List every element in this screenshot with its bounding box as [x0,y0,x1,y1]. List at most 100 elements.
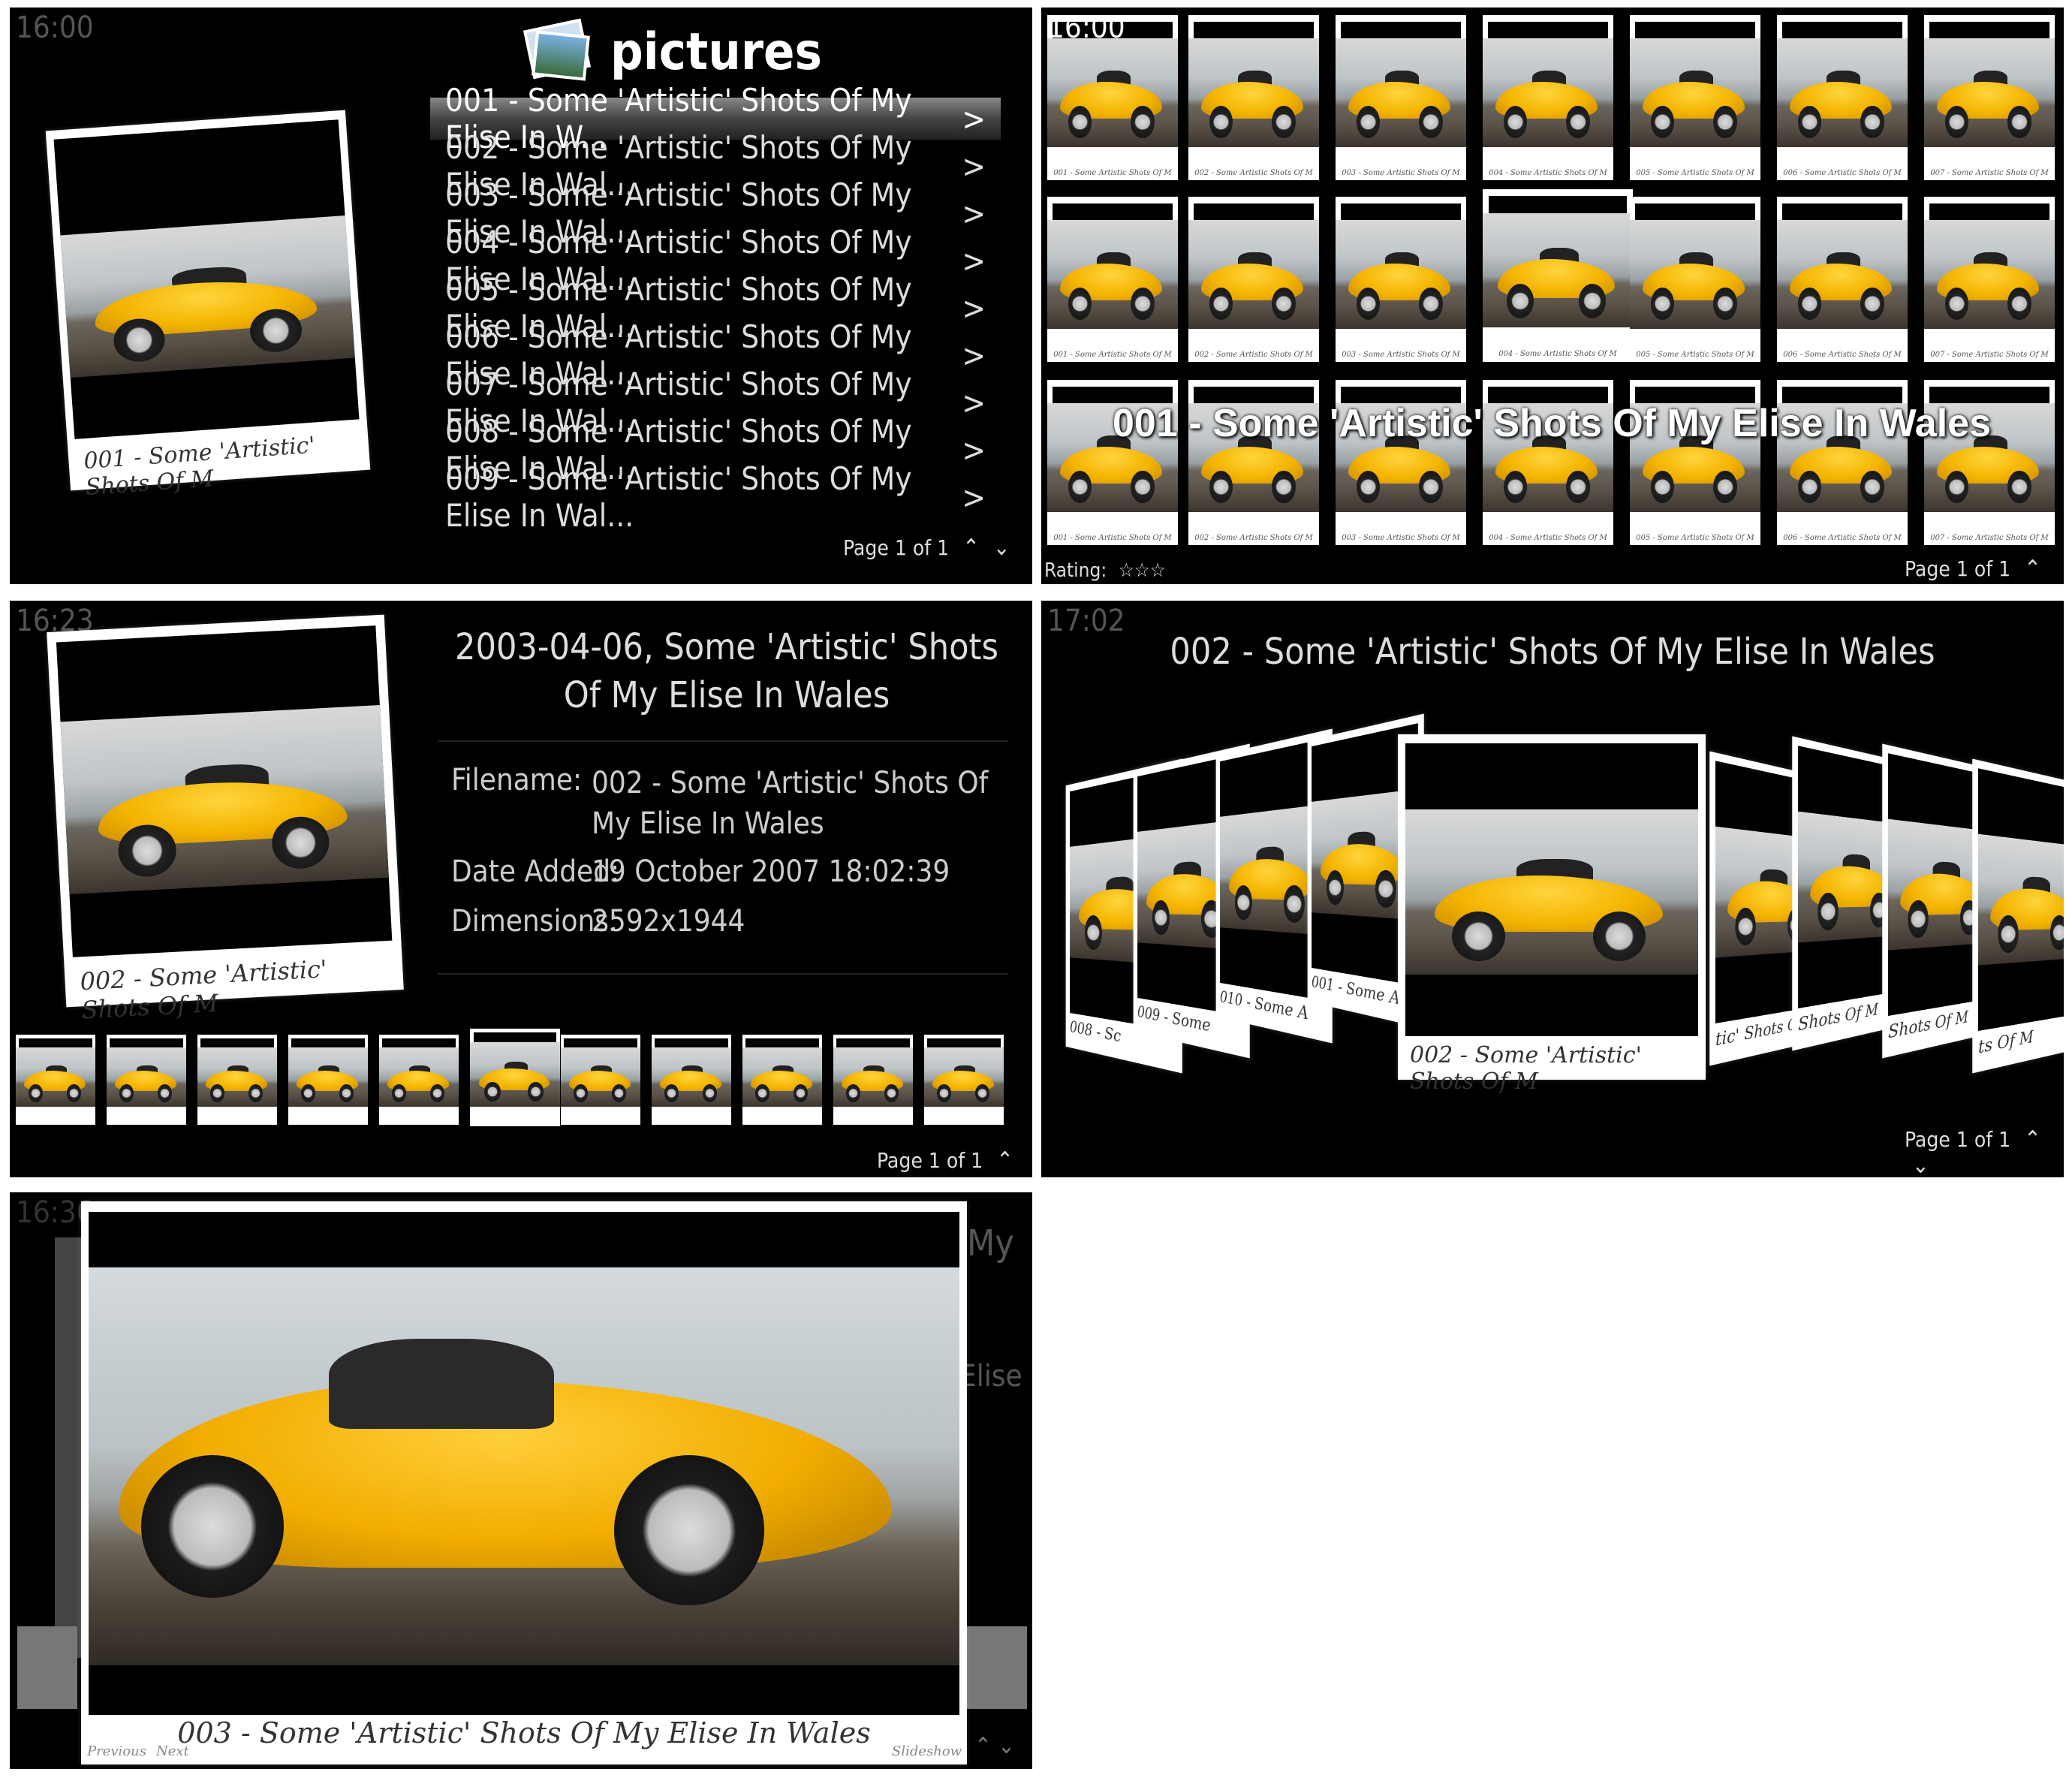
thumbnail[interactable] [379,1035,459,1125]
chevron-right-icon: > [962,478,986,516]
page-title: pictures [610,23,822,82]
thumbnail[interactable] [16,1035,95,1125]
thumbnail-caption: 007 - Some Artistic Shots Of M [1930,533,2049,542]
thumbnail[interactable]: 003 - Some Artistic Shots Of M [1336,197,1466,362]
thumbnail-caption: 007 - Some Artistic Shots Of M [1930,168,2049,177]
page-down-icon[interactable]: ⌄ [884,1174,902,1177]
thumbnail-caption: 005 - Some Artistic Shots Of M [1636,533,1754,542]
background-thumb [967,1626,1027,1709]
thumbnail-caption: 002 - Some Artistic Shots Of M [1194,168,1313,177]
list-item[interactable]: 009 - Some 'Artistic' Shots Of My Elise … [430,460,1001,534]
panel-details-view: 16:23 002 - Some 'Artistic' Shots Of M 2… [10,601,1032,1177]
background-text-mid: Elise [959,1359,1022,1394]
thumbnail-caption: 005 - Some Artistic Shots Of M [1636,350,1754,359]
page-up-icon[interactable]: ⌃ [2024,556,2041,582]
thumbnail[interactable]: 006 - Some Artistic Shots Of M [1777,197,1908,362]
coverflow-caption: 002 - Some 'Artistic' Shots Of M [1410,1042,1642,1095]
page-down-icon: ⌄ [998,1733,1015,1759]
thumbnail-caption: 004 - Some Artistic Shots Of M [1489,533,1607,542]
thumbnail[interactable] [288,1035,368,1125]
pager: Page 1 of 1 ⌃ ⌄ [1905,1126,2064,1177]
panel-list-view: 16:00 pictures 001 - Some 'Artistic' Sho… [10,8,1032,584]
coverflow-side-caption: 008 - Sc [1070,1018,1122,1047]
chevron-right-icon: > [962,289,986,327]
overlay-title: 001 - Some 'Artistic' Shots Of My Elise … [1112,402,1992,445]
thumbnail[interactable]: 006 - Some Artistic Shots Of M [1777,15,1908,180]
chevron-right-icon: > [962,194,986,232]
coverflow-center-card[interactable]: 002 - Some 'Artistic' Shots Of M [1398,734,1706,1095]
thumbnail[interactable]: 002 - Some Artistic Shots Of M [1188,197,1319,362]
thumbnail[interactable]: 004 - Some Artistic Shots Of M [1483,15,1613,180]
preview-polaroid: 001 - Some 'Artistic' Shots Of M [45,110,371,501]
thumbnail-caption: 006 - Some Artistic Shots Of M [1783,168,1902,177]
detail-caption: 002 - Some 'Artistic' Shots Of M [79,954,328,1025]
panel-coverflow-view: 17:02 002 - Some 'Artistic' Shots Of My … [1041,601,2064,1177]
detail-heading: 2003-04-06, Some 'Artistic' Shots Of My … [455,626,998,716]
thumbnail[interactable]: 003 - Some Artistic Shots Of M [1336,15,1466,180]
background-arrows: ⌃ ⌄ [974,1733,1015,1759]
thumbnail[interactable]: 005 - Some Artistic Shots Of M [1630,15,1760,180]
chevron-right-icon: > [962,336,986,374]
thumbnail[interactable]: 001 - Some Artistic Shots Of M [1047,197,1178,362]
thumbnail-caption: 003 - Some Artistic Shots Of M [1342,533,1460,542]
page-down-icon[interactable]: ⌄ [993,535,1010,561]
thumbnail-caption: 005 - Some Artistic Shots Of M [1636,168,1754,177]
rating: Rating: ☆☆☆ [1044,559,1166,582]
page-down-icon[interactable]: ⌄ [1912,582,1929,584]
thumbnail[interactable]: 004 - Some Artistic Shots Of M [1483,189,1633,362]
slideshow-button[interactable]: Slideshow [892,1743,962,1759]
coverflow-side-card[interactable]: ts Of M [1972,758,2064,1074]
rating-label: Rating: [1044,559,1107,582]
detail-polaroid: 002 - Some 'Artistic' Shots Of M [47,614,404,1024]
thumbnail-grid: 001 - Some Artistic Shots Of M 002 - Some… [1041,8,2064,563]
thumbnail[interactable]: 002 - Some Artistic Shots Of M [1188,15,1319,180]
list-item-label: 009 - Some 'Artistic' Shots Of My Elise … [445,460,912,534]
fullscreen-photo: 003 - Some 'Artistic' Shots Of My Elise … [81,1201,967,1764]
panel-thumbnail-grid: 001 - Some Artistic Shots Of M 002 - Some… [1041,8,2064,584]
thumbnail-caption: 006 - Some Artistic Shots Of M [1783,350,1902,359]
page-up-icon: ⌃ [974,1733,992,1759]
thumbnail-strip [10,1029,1032,1147]
thumbnail[interactable] [652,1035,731,1125]
page-down-icon[interactable]: ⌄ [1912,1153,1929,1177]
thumbnail[interactable] [742,1035,822,1125]
pager-text: Page 1 of 1 [877,1148,983,1173]
clock: 16:00 [16,11,94,45]
thumbnail[interactable] [197,1035,277,1125]
previous-button[interactable]: Previous [87,1743,146,1759]
page-up-icon[interactable]: ⌃ [2024,1126,2041,1153]
thumbnail-caption: 003 - Some Artistic Shots Of M [1342,168,1460,177]
background-thumb [17,1626,77,1709]
pictures-icon [520,17,592,81]
filename-label: Filename: [451,763,583,797]
thumbnail[interactable]: 005 - Some Artistic Shots Of M [1630,197,1760,362]
background-text-top: My [967,1222,1014,1264]
panel-fullscreen-view: 16:36 My Elise ⌃ ⌄ 003 - Some 'Artistic'… [10,1192,1032,1769]
pager-text: Page 1 of 1 [843,535,950,560]
thumbnail-caption: 007 - Some Artistic Shots Of M [1930,350,2049,359]
pager-text: Page 1 of 1 [1905,556,2011,581]
thumbnail-caption: 006 - Some Artistic Shots Of M [1783,533,1902,542]
thumbnail-caption: 004 - Some Artistic Shots Of M [1489,168,1607,177]
thumbnail-caption: 002 - Some Artistic Shots Of M [1194,533,1313,542]
next-button[interactable]: Next [156,1743,189,1759]
thumbnail[interactable] [107,1035,186,1125]
coverflow-side-caption: ts Of M [1978,1027,2034,1059]
pager-text: Page 1 of 1 [1905,1127,2011,1152]
pager: Page 1 of 1 ⌃ ⌄ [1905,556,2064,584]
thumbnail-caption: 001 - Some Artistic Shots Of M [1053,168,1172,177]
rating-stars[interactable]: ☆☆☆ [1119,559,1166,582]
thumbnail[interactable] [924,1035,1004,1125]
thumbnail[interactable] [833,1035,913,1125]
chevron-right-icon: > [962,431,986,469]
thumbnail-caption: 001 - Some Artistic Shots Of M [1053,350,1172,359]
thumbnail[interactable] [561,1035,640,1125]
thumbnail-caption: 001 - Some Artistic Shots Of M [1053,533,1172,542]
thumbnail[interactable]: 007 - Some Artistic Shots Of M [1924,15,2055,180]
date-value: 19 October 2007 18:02:39 [592,854,950,889]
page-up-icon[interactable]: ⌃ [962,535,980,561]
thumbnail[interactable]: 007 - Some Artistic Shots Of M [1924,197,2055,362]
page-up-icon[interactable]: ⌃ [996,1147,1013,1174]
thumbnail[interactable] [470,1029,560,1126]
pager: Page 1 of 1 ⌃ ⌄ [877,1147,1032,1177]
